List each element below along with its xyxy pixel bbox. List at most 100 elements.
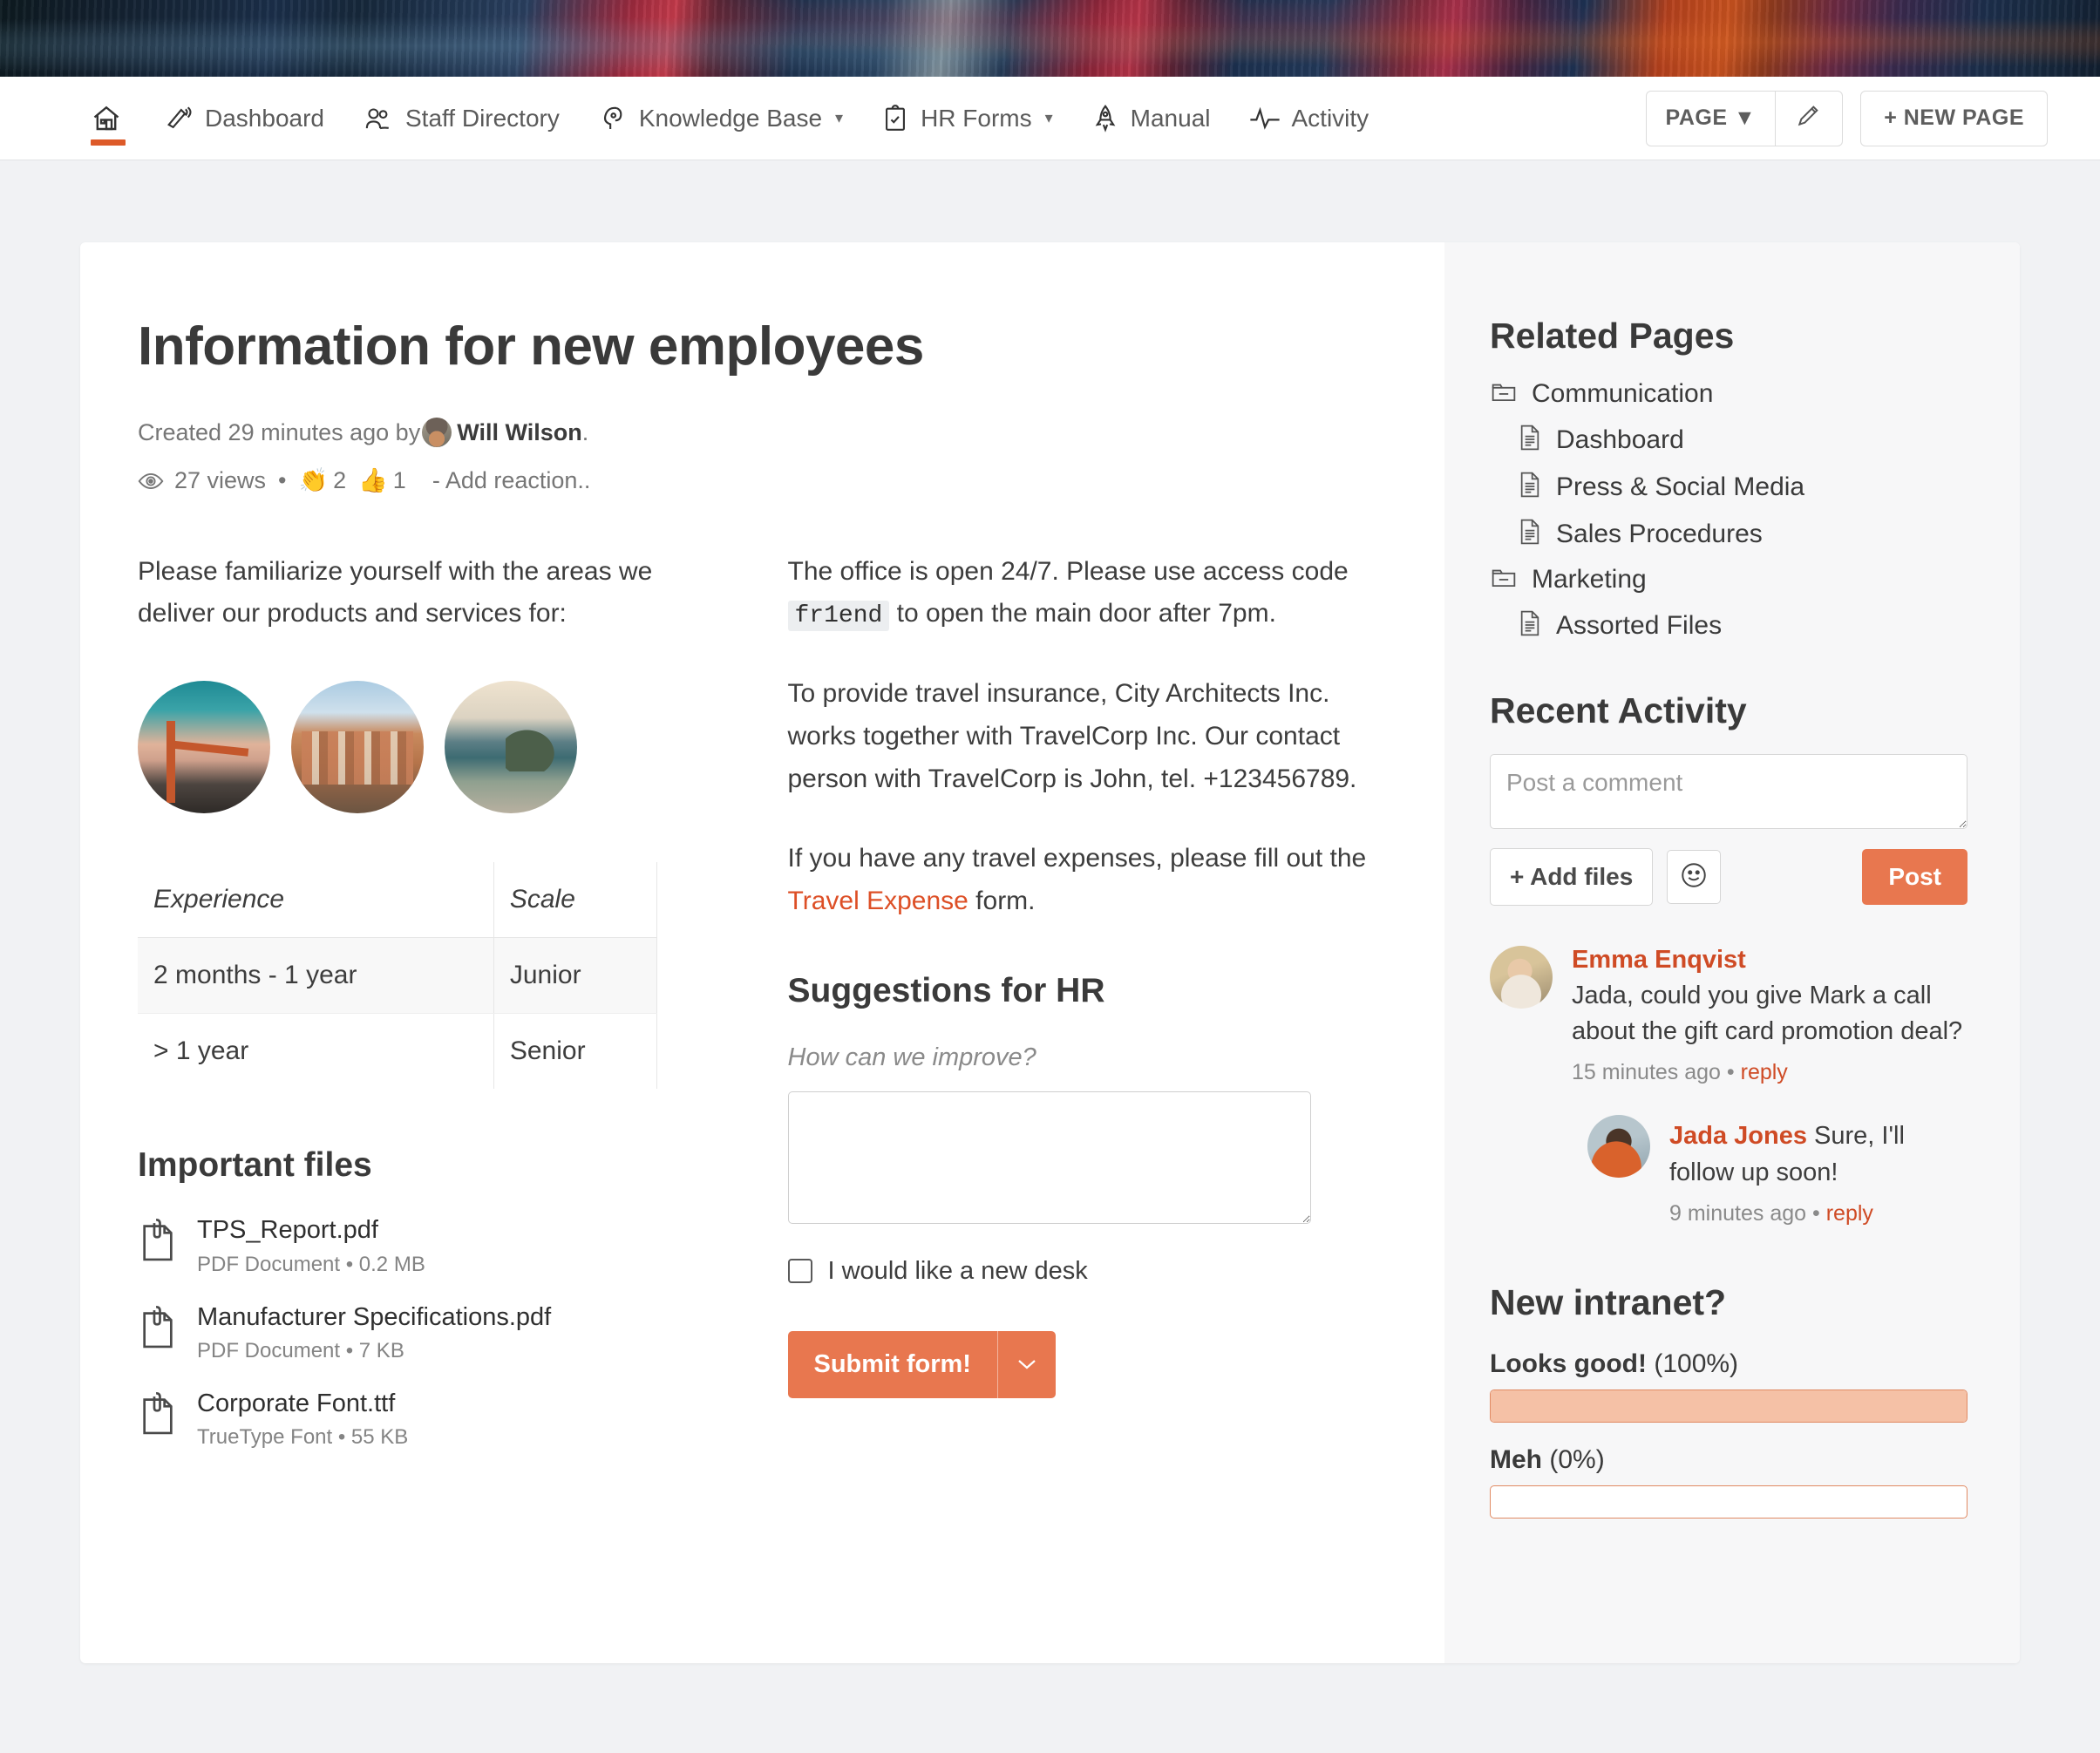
new-page-button[interactable]: + NEW PAGE xyxy=(1860,90,2048,146)
travel-expense-link[interactable]: Travel Expense xyxy=(788,887,968,915)
travel-expense-text-b: form. xyxy=(975,886,1036,915)
comment-reply-item: Jada Jones Sure, I'll follow up soon! 9 … xyxy=(1587,1115,1967,1226)
file-name: Corporate Font.ttf xyxy=(197,1389,396,1417)
poll-bar-fill xyxy=(1491,1389,1967,1422)
reply-time: 9 minutes ago xyxy=(1669,1200,1807,1226)
suggestions-label: How can we improve? xyxy=(787,1043,1036,1071)
related-folder-marketing[interactable]: Marketing xyxy=(1490,565,1967,595)
new-desk-checkbox-label: I would like a new desk xyxy=(827,1256,1088,1285)
amsterdam-canal-houses-photo xyxy=(291,681,424,814)
comment-author[interactable]: Emma Enqvist xyxy=(1572,946,1967,975)
reply-text-line: Jada Jones Sure, I'll follow up soon! xyxy=(1669,1118,1967,1190)
related-page-dashboard[interactable]: Dashboard xyxy=(1490,424,1967,456)
related-item-label: Assorted Files xyxy=(1556,610,1723,640)
related-page-press-social-media[interactable]: Press & Social Media xyxy=(1490,471,1967,503)
reply-author[interactable]: Jada Jones xyxy=(1669,1122,1807,1150)
content-columns: Please familiarize yourself with the are… xyxy=(138,551,1383,1475)
page-dropdown-button[interactable]: PAGE ▼ xyxy=(1647,92,1776,146)
related-item-label: Sales Procedures xyxy=(1556,519,1763,548)
post-comment-button[interactable]: Post xyxy=(1862,849,1967,905)
megaphone-icon xyxy=(164,104,194,133)
file-item[interactable]: Corporate Font.ttf TrueType Font • 55 KB xyxy=(138,1388,734,1450)
office-access-paragraph: The office is open 24/7. Please use acce… xyxy=(787,551,1384,637)
comment-text: Jada, could you give Mark a call about t… xyxy=(1572,982,1963,1046)
related-page-assorted-files[interactable]: Assorted Files xyxy=(1490,609,1967,642)
file-meta: TrueType Font • 55 KB xyxy=(197,1425,409,1450)
thumbsup-reaction-emoji[interactable]: 👍 xyxy=(358,459,388,503)
nav-label-hr-forms: HR Forms xyxy=(921,104,1032,132)
reply-reply-link[interactable]: reply xyxy=(1826,1201,1873,1226)
edit-page-button[interactable] xyxy=(1775,91,1842,146)
comment-meta: 15 minutes ago • reply xyxy=(1572,1060,1967,1085)
nav-item-dashboard[interactable]: Dashboard xyxy=(145,77,343,160)
file-item[interactable]: Manufacturer Specifications.pdf PDF Docu… xyxy=(138,1301,734,1363)
chevron-down-icon[interactable]: ▾ xyxy=(835,109,843,127)
jada-avatar xyxy=(1587,1115,1650,1179)
related-page-sales-procedures[interactable]: Sales Procedures xyxy=(1490,518,1967,550)
pencil-icon xyxy=(1795,101,1823,135)
left-column: Please familiarize yourself with the are… xyxy=(138,551,734,1475)
nav-item-hr-forms[interactable]: HR Forms ▾ xyxy=(862,77,1072,160)
related-folder-communication[interactable]: Communication xyxy=(1490,379,1967,409)
page-document-icon xyxy=(1518,471,1542,503)
author-name[interactable]: Will Wilson xyxy=(457,419,582,445)
access-code: fr1end xyxy=(787,601,890,632)
new-desk-checkbox-row[interactable]: I would like a new desk xyxy=(787,1256,1384,1286)
nav-label-manual: Manual xyxy=(1130,104,1211,132)
comment-body: Emma Enqvist Jada, could you give Mark a… xyxy=(1572,946,1967,1085)
file-meta: PDF Document • 0.2 MB xyxy=(197,1252,425,1276)
intro-paragraph: Please familiarize yourself with the are… xyxy=(138,556,653,628)
table-cell-scale: Senior xyxy=(493,1013,658,1090)
important-files-heading: Important files xyxy=(138,1146,372,1185)
nav-item-activity[interactable]: Activity xyxy=(1230,77,1389,160)
page-card: Information for new employees Created 29… xyxy=(80,242,2020,1663)
main-navigation: Dashboard Staff Directory Knowledge Base… xyxy=(0,77,2100,160)
page-title: Information for new employees xyxy=(138,316,924,377)
nav-item-manual[interactable]: Manual xyxy=(1072,77,1230,160)
page-created-line: Created 29 minutes ago by Will Wilson. xyxy=(138,411,1383,455)
comment-input[interactable] xyxy=(1490,754,1967,829)
comment-item: Emma Enqvist Jada, could you give Mark a… xyxy=(1490,946,1967,1085)
nav-item-staff-directory[interactable]: Staff Directory xyxy=(343,77,579,160)
emma-avatar xyxy=(1490,946,1553,1009)
nav-label-knowledge-base: Knowledge Base xyxy=(638,104,823,132)
table-cell-scale: Junior xyxy=(493,937,658,1015)
comment-meta-separator: • xyxy=(1726,1060,1735,1085)
clap-reaction-emoji[interactable]: 👏 xyxy=(299,459,329,503)
add-files-button[interactable]: + Add files xyxy=(1490,848,1654,906)
related-item-label: Press & Social Media xyxy=(1556,472,1805,501)
header-banner-image xyxy=(0,0,2100,77)
clap-reaction-count: 2 xyxy=(333,467,347,494)
chevron-down-icon[interactable]: ▾ xyxy=(1045,109,1053,127)
add-reaction-button[interactable]: - Add reaction.. xyxy=(432,459,591,503)
poll-bar[interactable] xyxy=(1490,1389,1967,1423)
nav-item-knowledge-base[interactable]: Knowledge Base ▾ xyxy=(579,77,862,160)
comment-reply-link[interactable]: reply xyxy=(1741,1060,1788,1084)
golden-gate-bridge-photo xyxy=(138,681,270,814)
eye-icon xyxy=(138,471,164,492)
suggestions-heading: Suggestions for HR xyxy=(787,971,1105,1009)
thumbsup-reaction-count: 1 xyxy=(392,467,406,494)
table-row: 2 months - 1 year Junior xyxy=(138,937,658,1015)
new-desk-checkbox[interactable] xyxy=(787,1259,812,1284)
page-document-icon xyxy=(1518,609,1542,642)
page-stats-line: 27 views • 👏 2 👍 1 - Add reaction.. xyxy=(138,459,1383,503)
file-item[interactable]: TPS_Report.pdf PDF Document • 0.2 MB xyxy=(138,1214,734,1276)
page-meta: Created 29 minutes ago by Will Wilson. 27… xyxy=(138,411,1383,504)
folder-icon xyxy=(1490,567,1518,594)
file-name: TPS_Report.pdf xyxy=(197,1216,378,1245)
submit-options-chevron-down-icon[interactable] xyxy=(996,1330,1056,1398)
emoji-picker-button[interactable] xyxy=(1667,850,1722,904)
poll-heading: New intranet? xyxy=(1490,1281,1727,1322)
folder-icon xyxy=(1490,381,1518,408)
view-count: 27 views xyxy=(174,467,267,494)
nav-label-dashboard: Dashboard xyxy=(205,104,324,132)
rocket-icon xyxy=(1091,104,1119,133)
suggestions-textarea[interactable] xyxy=(787,1091,1311,1224)
reply-meta-separator: • xyxy=(1812,1200,1820,1226)
page-actions-group: PAGE ▼ xyxy=(1645,90,1844,146)
submit-form-button[interactable]: Submit form! xyxy=(787,1330,997,1398)
poll-bar[interactable] xyxy=(1490,1485,1967,1519)
nav-item-home[interactable] xyxy=(87,77,145,160)
page-document-icon xyxy=(1518,424,1542,456)
